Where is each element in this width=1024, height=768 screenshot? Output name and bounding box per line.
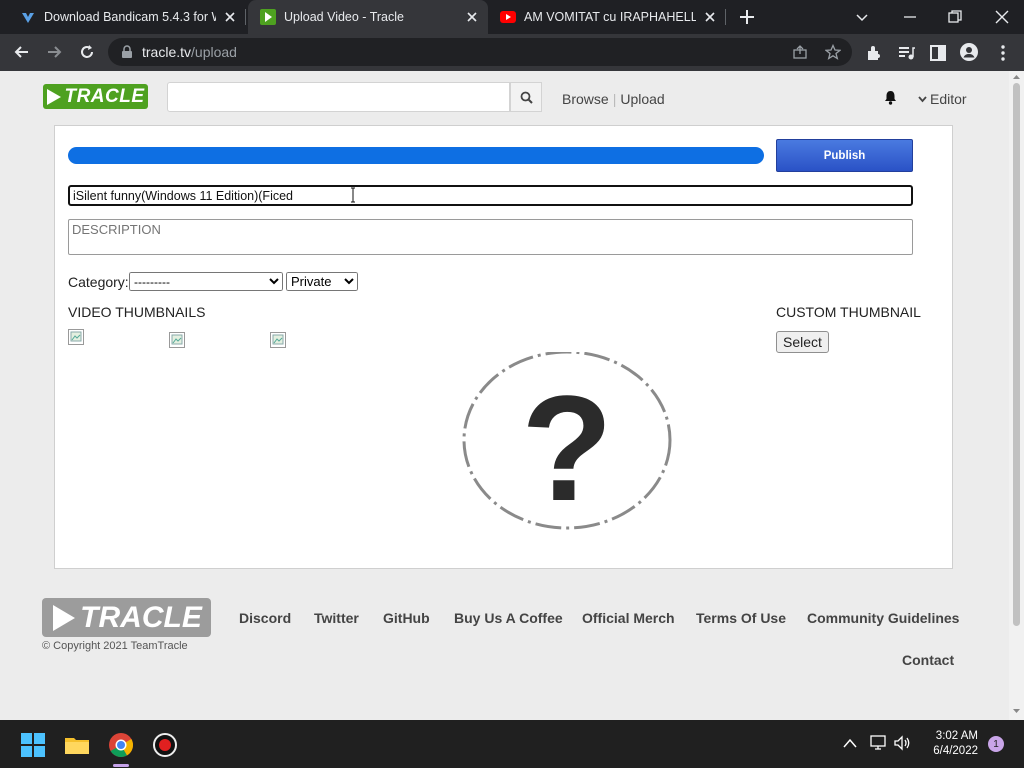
footer-link-guidelines[interactable]: Community Guidelines: [807, 610, 959, 626]
close-window-icon[interactable]: [993, 8, 1011, 26]
custom-thumbnail-label: CUSTOM THUMBNAIL: [776, 304, 921, 320]
footer-link-twitter[interactable]: Twitter: [314, 610, 359, 626]
restore-icon[interactable]: [946, 8, 964, 26]
user-menu-label: Editor: [930, 91, 967, 107]
text-cursor-icon: [351, 187, 355, 203]
notification-badge[interactable]: 1: [988, 736, 1004, 752]
logo-text: TRACLE: [64, 85, 145, 107]
nav-upload[interactable]: Upload: [620, 91, 664, 107]
footer-link-github[interactable]: GitHub: [383, 610, 430, 626]
side-panel-icon[interactable]: [928, 43, 948, 63]
page-viewport: TRACLE Browse|Upload Editor Publish Cate…: [0, 71, 1024, 720]
bookmark-star-icon[interactable]: [825, 44, 841, 60]
profile-avatar-icon[interactable]: [959, 42, 979, 62]
network-icon[interactable]: [870, 735, 888, 751]
footer-link-buy-coffee[interactable]: Buy Us A Coffee: [454, 610, 563, 626]
windows-taskbar: 3:02 AM 6/4/2022 1: [0, 720, 1024, 768]
file-explorer-icon[interactable]: [64, 732, 90, 758]
lock-icon[interactable]: [120, 45, 134, 59]
page-scrollbar[interactable]: [1009, 71, 1024, 720]
windows-start-icon[interactable]: [20, 732, 46, 758]
tracle-icon: [260, 9, 276, 25]
thumbnail-option-2[interactable]: [169, 332, 185, 348]
upload-panel: Publish Category: --------- Private VIDE…: [54, 125, 953, 569]
chrome-icon[interactable]: [108, 732, 134, 758]
nav-separator: |: [612, 91, 617, 107]
tab-bandicam[interactable]: Download Bandicam 5.4.3 for Wi: [8, 0, 246, 34]
search-icon: [520, 91, 533, 104]
browser-tab-strip: Download Bandicam 5.4.3 for Wi Upload Vi…: [0, 0, 1024, 34]
tray-chevron-up-icon[interactable]: [843, 737, 857, 749]
copyright-text: © Copyright 2021 TeamTracle: [42, 640, 188, 652]
url-text: tracle.tv/upload: [142, 44, 237, 60]
share-icon[interactable]: [792, 44, 808, 60]
user-menu[interactable]: Editor: [918, 91, 967, 107]
search-input[interactable]: [167, 82, 510, 112]
main-nav: Browse | Upload: [562, 91, 665, 107]
scroll-down-icon[interactable]: [1012, 708, 1021, 714]
system-clock[interactable]: 3:02 AM 6/4/2022: [918, 729, 978, 759]
bandicam-record-icon[interactable]: [152, 732, 178, 758]
tab-title: Download Bandicam 5.4.3 for Wi: [44, 10, 216, 24]
category-label: Category:: [68, 274, 129, 290]
bandicam-icon: [22, 13, 34, 23]
new-tab-icon[interactable]: [738, 8, 756, 26]
play-icon: [47, 88, 62, 105]
footer-link-terms[interactable]: Terms Of Use: [696, 610, 786, 626]
close-tab-icon[interactable]: [702, 9, 718, 25]
scroll-up-icon[interactable]: [1012, 74, 1021, 80]
select-thumbnail-button[interactable]: Select: [776, 331, 829, 353]
thumbnail-option-3[interactable]: [270, 332, 286, 348]
volume-icon[interactable]: [894, 735, 912, 751]
youtube-icon: [500, 11, 516, 23]
chrome-menu-icon[interactable]: [993, 43, 1013, 63]
footer-link-merch[interactable]: Official Merch: [582, 610, 675, 626]
close-tab-icon[interactable]: [222, 9, 238, 25]
scrollbar-thumb[interactable]: [1013, 83, 1020, 626]
privacy-select[interactable]: Private: [286, 272, 358, 291]
search-button[interactable]: [510, 82, 542, 112]
placeholder-glyph: ?: [521, 364, 613, 532]
video-title-input[interactable]: [68, 185, 913, 206]
tracle-logo[interactable]: TRACLE: [43, 84, 148, 109]
media-control-icon[interactable]: [896, 43, 916, 63]
address-bar[interactable]: tracle.tv/upload: [108, 38, 852, 66]
footer-tracle-logo[interactable]: TRACLE: [42, 598, 211, 637]
reload-icon[interactable]: [77, 42, 97, 62]
publish-button[interactable]: Publish: [776, 139, 913, 172]
footer-logo-text: TRACLE: [80, 600, 202, 634]
back-icon[interactable]: [12, 42, 32, 62]
notifications-bell-icon[interactable]: [883, 90, 898, 105]
extensions-icon[interactable]: [864, 43, 884, 63]
forward-icon[interactable]: [44, 42, 64, 62]
chevron-down-icon: [918, 96, 927, 103]
tab-title: AM VOMITAT cu IRAPHAHELL si I: [524, 10, 696, 24]
url-path: /upload: [191, 44, 237, 60]
video-thumbnails-label: VIDEO THUMBNAILS: [68, 304, 206, 320]
category-select[interactable]: ---------: [129, 272, 283, 291]
footer-link-discord[interactable]: Discord: [239, 610, 291, 626]
video-description-input[interactable]: [68, 219, 913, 255]
clock-date: 6/4/2022: [933, 745, 978, 757]
url-host: tracle.tv: [142, 44, 192, 60]
tab-youtube[interactable]: AM VOMITAT cu IRAPHAHELL si I: [488, 0, 726, 34]
tab-search-icon[interactable]: [853, 8, 871, 26]
tab-tracle-upload[interactable]: Upload Video - Tracle: [248, 0, 488, 34]
upload-progress-bar: [68, 147, 764, 164]
close-tab-icon[interactable]: [464, 9, 480, 25]
nav-browse[interactable]: Browse: [562, 91, 609, 107]
clock-time: 3:02 AM: [935, 730, 978, 742]
active-app-indicator: [113, 764, 129, 767]
tab-title: Upload Video - Tracle: [284, 10, 404, 24]
play-icon: [53, 604, 76, 631]
thumbnail-placeholder-question-icon: ?: [462, 352, 672, 532]
thumbnail-option-1[interactable]: [68, 329, 84, 345]
footer-link-contact[interactable]: Contact: [902, 652, 954, 668]
minimize-icon[interactable]: [901, 8, 919, 26]
